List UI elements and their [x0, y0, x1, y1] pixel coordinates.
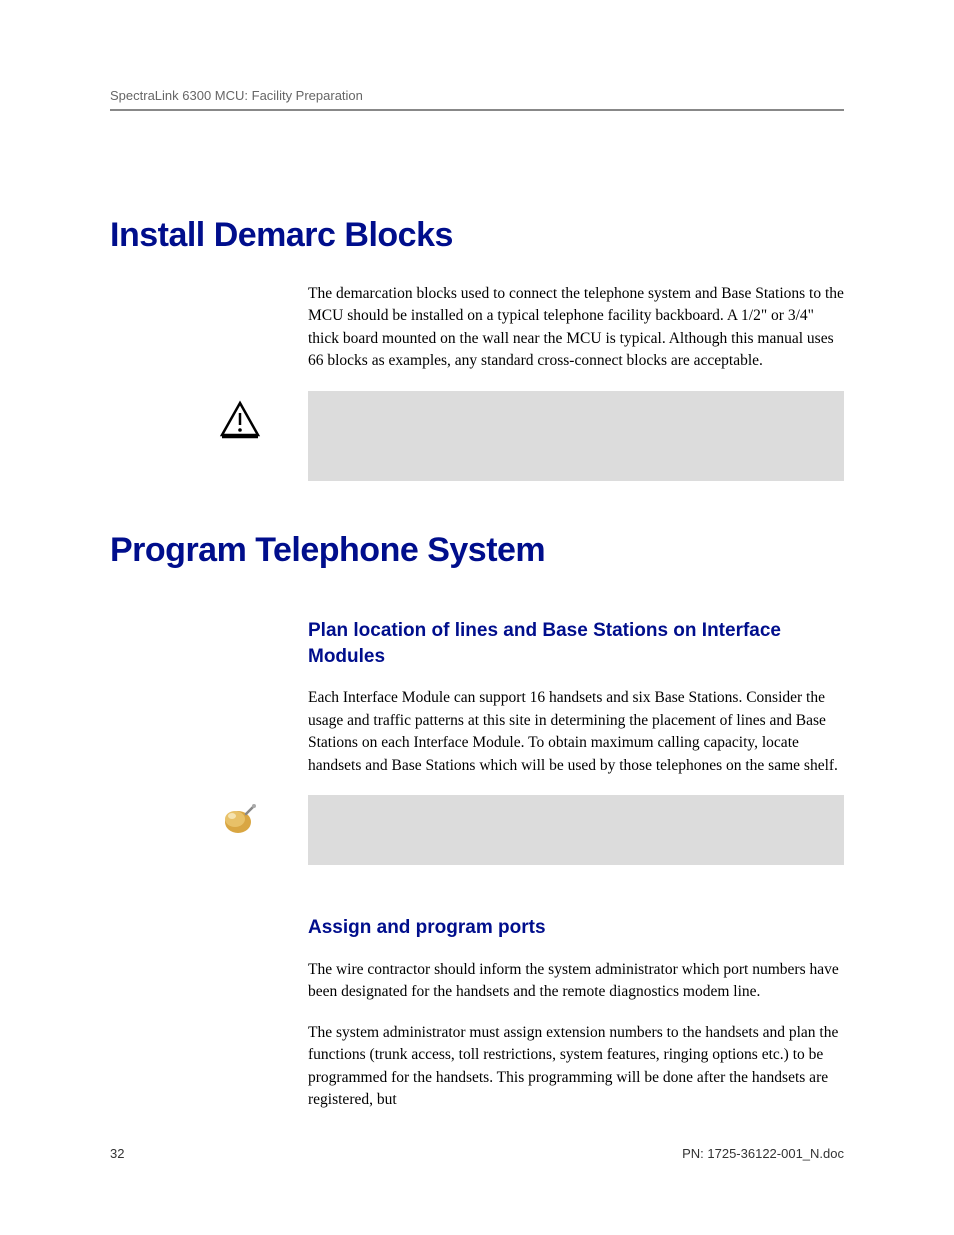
caution-callout	[308, 391, 844, 481]
page-footer: 32 PN: 1725-36122-001_N.doc	[110, 1146, 844, 1161]
caution-triangle-icon	[218, 399, 262, 448]
assign-ports-body2: The system administrator must assign ext…	[308, 1022, 844, 1112]
note-callout	[308, 795, 844, 865]
document-id: PN: 1725-36122-001_N.doc	[682, 1146, 844, 1161]
subheading-assign-ports: Assign and program ports	[308, 915, 844, 941]
heading-program-telephone: Program Telephone System	[110, 531, 844, 570]
page-number: 32	[110, 1146, 124, 1161]
install-body: The demarcation blocks used to connect t…	[308, 283, 844, 373]
heading-install-demarc: Install Demarc Blocks	[110, 216, 844, 255]
assign-ports-body1: The wire contractor should inform the sy…	[308, 959, 844, 1004]
plan-location-body: Each Interface Module can support 16 han…	[308, 687, 844, 777]
document-header: SpectraLink 6300 MCU: Facility Preparati…	[110, 88, 844, 103]
subheading-plan-location: Plan location of lines and Base Stations…	[308, 618, 844, 669]
pushpin-icon	[218, 800, 260, 847]
header-divider	[110, 109, 844, 111]
